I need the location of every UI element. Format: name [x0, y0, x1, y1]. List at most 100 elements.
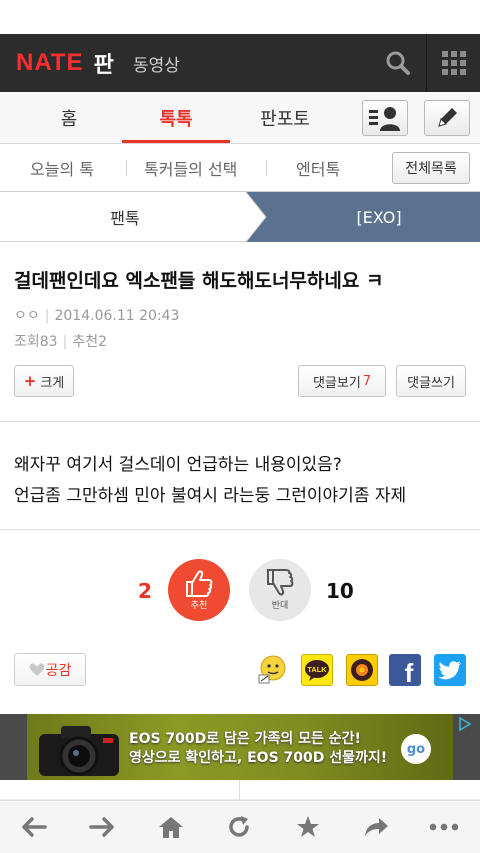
- browser-refresh-button[interactable]: [219, 809, 259, 845]
- write-post-button[interactable]: [424, 100, 470, 136]
- post-stats: 조회83 | 추천2: [14, 331, 107, 351]
- main-tab-bar: 홈 톡톡 판포토: [0, 92, 480, 144]
- post-title: 걸데팬인데요 엑소팬들 해도해도너무하네요 ㅋ: [14, 270, 384, 292]
- emoticon-share-button[interactable]: [256, 654, 288, 686]
- twitter-share-button[interactable]: [434, 654, 466, 686]
- refresh-icon: [229, 816, 249, 837]
- recommend-label: 추천: [72, 334, 99, 350]
- breadcrumb-fantalk[interactable]: 팬톡: [0, 192, 250, 242]
- ad-choices-icon[interactable]: [456, 716, 472, 732]
- active-tab-indicator: [122, 140, 230, 143]
- subtab-separator: [126, 160, 127, 176]
- subtab-separator: [266, 160, 267, 176]
- recommend-vote-count: 2: [138, 579, 152, 603]
- empathy-button[interactable]: 공감: [14, 653, 86, 686]
- post-body-line: 언급좀 그만하셈 민아 불여시 라는둥 그런이야기좀 자제: [14, 486, 407, 506]
- search-icon: [386, 51, 410, 75]
- browser-home-button[interactable]: [151, 809, 191, 845]
- thumbs-up-icon: [186, 570, 213, 597]
- user-list-icon: [369, 107, 400, 131]
- subtab-talkers-choice[interactable]: 톡커들의 선택: [144, 144, 237, 192]
- twitter-icon: [438, 661, 461, 680]
- oppose-vote-count: 10: [326, 579, 354, 603]
- ad-banner-image[interactable]: EOS 700D로 담은 가족의 모든 순간! 영상으로 확인하고, EOS 7…: [27, 714, 453, 780]
- content-divider: [0, 421, 480, 422]
- empathy-label: 공감: [45, 662, 72, 679]
- arrow-left-icon: [22, 817, 47, 837]
- status-bar-area: [0, 0, 480, 34]
- share-arrow-icon: [365, 818, 388, 836]
- star-icon: [297, 816, 319, 837]
- logo-nate-text: NATE: [16, 49, 84, 76]
- browser-more-button[interactable]: [424, 809, 464, 845]
- arrow-right-icon: [89, 817, 114, 837]
- more-dots-icon: [429, 823, 459, 831]
- tab-toktok[interactable]: 톡톡: [122, 92, 230, 144]
- camera-icon: [39, 726, 119, 776]
- thumbs-down-icon: [267, 569, 294, 596]
- kakaotalk-icon: TALK: [305, 660, 329, 681]
- my-page-button[interactable]: [362, 100, 408, 136]
- subtab-today[interactable]: 오늘의 톡: [30, 144, 94, 192]
- menu-button[interactable]: [436, 44, 472, 82]
- footer-tabs-strip: [0, 780, 480, 800]
- grid-menu-icon: [442, 51, 466, 75]
- logo-pan-text: 판: [93, 53, 114, 78]
- kakaostory-share-button[interactable]: [346, 654, 378, 686]
- views-count: 83: [39, 334, 58, 350]
- browser-toolbar: [0, 800, 480, 853]
- breadcrumb: 팬톡 [EXO]: [0, 192, 480, 242]
- content-divider: [0, 529, 480, 530]
- top-header: NATE 판 동영상: [0, 34, 480, 92]
- views-label: 조회: [14, 334, 40, 350]
- enlarge-text-button[interactable]: + 크게: [14, 365, 74, 397]
- heart-icon: [29, 663, 44, 676]
- sub-tab-bar: 오늘의 톡 톡커들의 선택 엔터톡 전체목록: [0, 144, 480, 192]
- browser-forward-button[interactable]: [82, 809, 122, 845]
- footer-divider: [239, 780, 240, 800]
- emoticon-icon: [258, 655, 286, 684]
- comment-count: 7: [362, 373, 372, 389]
- view-comments-label: 댓글보기: [312, 375, 361, 391]
- search-button[interactable]: [378, 44, 418, 82]
- enlarge-label: 크게: [40, 375, 65, 391]
- post-author-date: ㅇㅇ | 2014.06.11 20:43: [14, 305, 179, 325]
- write-comment-button[interactable]: 댓글쓰기: [396, 365, 466, 397]
- home-icon: [159, 817, 183, 838]
- all-list-button[interactable]: 전체목록: [392, 152, 470, 184]
- tab-panphoto[interactable]: 판포토: [240, 92, 330, 144]
- oppose-vote-button[interactable]: 반대: [249, 559, 311, 621]
- post-body-line: 왜자꾸 여기서 걸스데이 언급하는 내용이있음?: [14, 455, 342, 475]
- recommend-count: 2: [98, 334, 107, 350]
- subtab-entertalk[interactable]: 엔터톡: [296, 144, 340, 192]
- oppose-vote-label: 반대: [271, 601, 289, 611]
- browser-back-button[interactable]: [14, 809, 54, 845]
- ad-line: EOS 700D로 담은 가족의 모든 순간!: [129, 731, 361, 747]
- ad-line: 영상으로 확인하고, EOS 700D 선물까지!: [129, 750, 388, 766]
- ad-go-button[interactable]: go: [401, 734, 431, 764]
- browser-share-button[interactable]: [356, 809, 396, 845]
- kakaostory-icon: [351, 659, 373, 681]
- plus-icon: +: [23, 372, 37, 390]
- facebook-share-button[interactable]: f: [389, 654, 421, 688]
- view-comments-button[interactable]: 댓글보기 7: [298, 365, 386, 397]
- kakaotalk-share-button[interactable]: TALK: [301, 654, 333, 686]
- pencil-icon: [438, 108, 457, 127]
- header-divider: [426, 34, 427, 92]
- tab-home[interactable]: 홈: [28, 92, 110, 144]
- browser-bookmark-button[interactable]: [288, 809, 328, 845]
- ad-banner[interactable]: EOS 700D로 담은 가족의 모든 순간! 영상으로 확인하고, EOS 7…: [0, 714, 480, 780]
- post-body: 왜자꾸 여기서 걸스데이 언급하는 내용이있음? 언급좀 그만하셈 민아 불여시…: [14, 450, 474, 512]
- meta-separator: |: [62, 334, 68, 350]
- nate-logo[interactable]: NATE 판: [16, 48, 114, 78]
- ad-text: EOS 700D로 담은 가족의 모든 순간! 영상으로 확인하고, EOS 7…: [129, 730, 387, 768]
- post-date: 2014.06.11 20:43: [54, 308, 180, 324]
- recommend-vote-button[interactable]: 추천: [168, 559, 230, 621]
- post-author: ㅇㅇ: [14, 308, 40, 324]
- facebook-icon: f: [404, 657, 414, 688]
- kakaotalk-label: TALK: [307, 665, 327, 674]
- breadcrumb-exo[interactable]: [EXO]: [278, 192, 480, 242]
- video-link[interactable]: 동영상: [133, 51, 180, 76]
- recommend-vote-label: 추천: [190, 601, 208, 611]
- meta-separator: |: [44, 308, 50, 324]
